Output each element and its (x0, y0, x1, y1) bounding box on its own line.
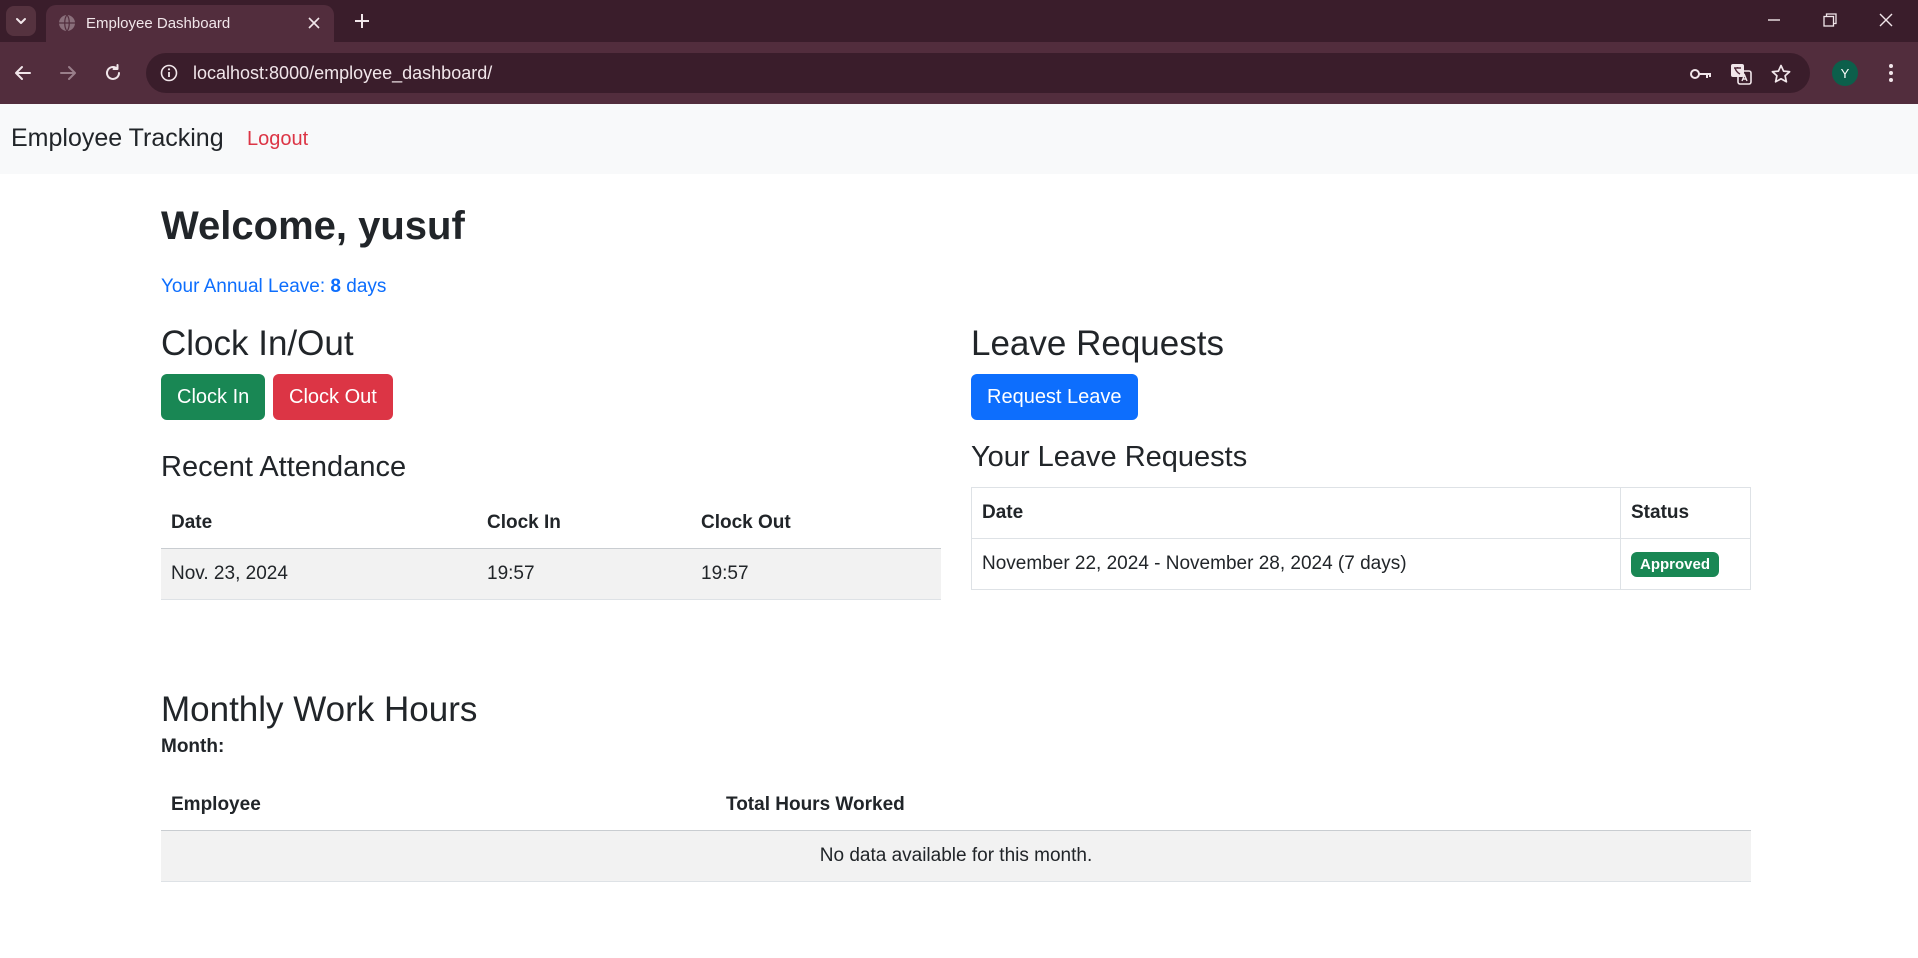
attendance-table: Date Clock In Clock Out Nov. 23, 2024 19… (161, 498, 941, 600)
browser-toolbar: localhost:8000/employee_dashboard/ Y (0, 42, 1918, 124)
profile-avatar[interactable]: Y (1832, 60, 1858, 86)
column-header-clock-out: Clock Out (691, 498, 941, 549)
attendance-clock-out-cell: 19:57 (691, 548, 941, 600)
table-header-row: Employee Total Hours Worked (161, 780, 1751, 831)
table-row: Nov. 23, 2024 19:57 19:57 (161, 548, 941, 600)
navbar-brand[interactable]: Employee Tracking (11, 124, 224, 153)
table-header-row: Date Clock In Clock Out (161, 498, 941, 549)
back-button[interactable] (6, 56, 40, 90)
tab-title: Employee Dashboard (86, 15, 231, 32)
attendance-clock-in-cell: 19:57 (477, 548, 691, 600)
site-info-icon (160, 64, 178, 82)
bookmark-button[interactable] (1768, 61, 1794, 87)
clock-in-button[interactable]: Clock In (161, 374, 266, 420)
attendance-date-cell: Nov. 23, 2024 (161, 548, 477, 600)
table-header-row: Date Status (971, 487, 1751, 539)
restore-button[interactable] (1802, 0, 1858, 40)
globe-icon (59, 14, 75, 32)
clock-out-button[interactable]: Clock Out (273, 374, 393, 420)
browser-tab-active[interactable]: Employee Dashboard (46, 5, 334, 42)
close-icon (1879, 13, 1893, 27)
annual-leave-days: 8 (330, 276, 341, 297)
monthly-hours-table: Employee Total Hours Worked No data avai… (161, 780, 1751, 882)
empty-state-message: No data available for this month. (161, 830, 1751, 882)
welcome-heading: Welcome, yusuf (161, 204, 465, 248)
leave-date-cell: November 22, 2024 - November 28, 2024 (7… (971, 538, 1621, 590)
minimize-icon (1768, 19, 1780, 21)
leave-requests-table: Date Status November 22, 2024 - November… (971, 487, 1751, 590)
translate-icon (1731, 64, 1752, 85)
browser-tabstrip: Employee Dashboard (0, 0, 1918, 42)
star-icon (1771, 64, 1791, 83)
minimize-button[interactable] (1746, 0, 1802, 40)
tab-close-button[interactable] (302, 11, 326, 35)
translate-button[interactable] (1728, 61, 1754, 87)
column-header-total-hours: Total Hours Worked (716, 780, 1751, 831)
status-badge: Approved (1631, 551, 1720, 577)
clock-heading: Clock In/Out (161, 324, 354, 363)
new-tab-button[interactable] (348, 7, 376, 35)
window-close-button[interactable] (1858, 0, 1914, 40)
recent-attendance-heading: Recent Attendance (161, 451, 407, 483)
kebab-menu-icon (1889, 64, 1893, 82)
chevron-down-icon (16, 18, 26, 24)
reload-icon (106, 64, 120, 80)
tab-search-button[interactable] (6, 6, 36, 36)
plus-icon (355, 14, 369, 28)
address-bar[interactable]: localhost:8000/employee_dashboard/ (146, 53, 1810, 93)
back-arrow-icon (15, 66, 31, 80)
browser-menu-button[interactable] (1876, 58, 1906, 88)
logout-link[interactable]: Logout (247, 128, 308, 151)
column-header-status: Status (1620, 487, 1751, 539)
annual-leave-info: Your Annual Leave: 8 days (161, 276, 386, 298)
reload-button[interactable] (96, 56, 130, 90)
annual-leave-prefix: Your Annual Leave: (161, 276, 331, 297)
close-icon (308, 17, 320, 29)
monthly-hours-heading: Monthly Work Hours (161, 690, 478, 729)
column-header-date: Date (971, 487, 1621, 539)
leave-requests-heading: Leave Requests (971, 324, 1224, 363)
your-leave-requests-heading: Your Leave Requests (971, 441, 1248, 473)
column-header-employee: Employee (161, 780, 716, 831)
site-info-button[interactable] (156, 60, 182, 86)
month-label: Month: (161, 736, 225, 757)
page-viewport: Employee Tracking Logout Welcome, yusuf … (0, 104, 1918, 958)
password-manager-button[interactable] (1688, 61, 1714, 87)
column-header-clock-in: Clock In (477, 498, 691, 549)
column-header-date: Date (161, 498, 477, 549)
request-leave-button[interactable]: Request Leave (971, 374, 1138, 420)
table-row: November 22, 2024 - November 28, 2024 (7… (971, 538, 1751, 590)
key-icon (1690, 69, 1711, 79)
url-text[interactable]: localhost:8000/employee_dashboard/ (193, 63, 492, 84)
leave-status-cell: Approved (1620, 538, 1751, 590)
annual-leave-suffix: days (340, 276, 387, 297)
forward-arrow-icon (60, 66, 76, 80)
forward-button[interactable] (51, 56, 85, 90)
app-navbar: Employee Tracking Logout (0, 104, 1918, 174)
restore-icon (1823, 13, 1837, 27)
table-row: No data available for this month. (161, 830, 1751, 882)
